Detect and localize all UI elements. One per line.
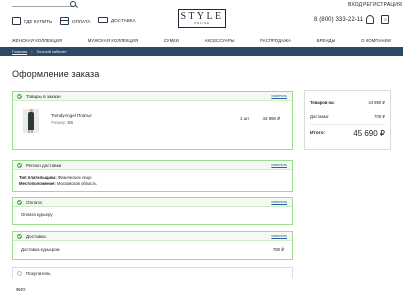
breadcrumb-current: Личный кабинет <box>36 49 67 54</box>
product-quantity: 1 шт <box>240 116 250 121</box>
payment-label: ОПЛАТА <box>72 18 91 24</box>
order-summary: Товаров на: 44 990 ₽ Доставка: 700 ₽ Ито… <box>304 90 391 150</box>
nav-brands[interactable]: БРЕНДЫ <box>317 37 336 45</box>
size-label: Размер <box>51 120 66 125</box>
nav-men[interactable]: МУЖСКАЯ КОЛЛЕКЦИЯ <box>88 37 138 45</box>
check-icon <box>17 199 22 205</box>
where-to-buy-link[interactable]: ГДЕ КУПИТЬ <box>12 17 52 25</box>
check-icon <box>17 93 22 99</box>
where-to-buy-label: ГДЕ КУПИТЬ <box>24 18 53 24</box>
nav-women[interactable]: ЖЕНСКАЯ КОЛЛЕКЦИЯ <box>12 37 62 45</box>
nav-about[interactable]: О КОМПАНИИ <box>361 37 391 45</box>
nav-sale[interactable]: РАСПРОДАЖА <box>260 37 291 45</box>
location-row: Местоположение: Московская область <box>19 181 97 186</box>
page-title: Оформление заказа <box>12 69 100 79</box>
nav-accessories[interactable]: АКСЕССУАРЫ <box>205 37 235 45</box>
payer-type-label: Тип плательщика: <box>19 175 57 180</box>
region-section-title: Регион доставки <box>26 162 62 168</box>
phone-number[interactable]: 8 (800) 333-22-11 <box>314 17 363 23</box>
summary-goods-label: Товаров на: <box>310 100 335 105</box>
summary-delivery-value: 700 ₽ <box>374 114 385 119</box>
payment-link[interactable]: ОПЛАТА <box>60 17 91 25</box>
location-value: Московская область <box>56 181 97 186</box>
region-edit-link[interactable]: изменить <box>271 163 287 167</box>
product-name[interactable]: TrendyAngel Платье <box>51 113 92 118</box>
payment-section: Оплата изменить Оплата курьеру <box>12 197 293 225</box>
register-link[interactable]: РЕГИСТРАЦИЯ <box>363 2 402 8</box>
items-section: Товары в заказе изменить TrendyAngel Пла… <box>12 91 293 150</box>
payer-type-row: Тип плательщика: Физическое лицо <box>19 175 91 180</box>
delivery-edit-link[interactable]: изменить <box>271 234 287 238</box>
main-nav: ЖЕНСКАЯ КОЛЛЕКЦИЯ МУЖСКАЯ КОЛЛЕКЦИЯ СУМК… <box>0 37 403 45</box>
summary-goods-row: Товаров на: 44 990 ₽ <box>310 100 385 105</box>
summary-total-label: Итого: <box>310 131 326 136</box>
summary-total-row: Итого: 45 690 ₽ <box>310 129 385 138</box>
truck-icon <box>98 17 108 23</box>
fio-label: ФИО <box>16 287 26 292</box>
buyer-section-header[interactable]: Покупатель <box>12 267 293 278</box>
delivery-label: ДОСТАВКА <box>111 17 136 23</box>
summary-delivery-label: Доставка: <box>310 114 330 119</box>
product-price: 44 990 ₽ <box>262 116 280 121</box>
items-section-header: Товары в заказе изменить <box>13 92 292 101</box>
delivery-method: Доставка курьером <box>21 247 60 252</box>
check-icon <box>17 162 22 168</box>
breadcrumb: Главная › Личный кабинет <box>0 47 403 56</box>
user-icon[interactable] <box>366 15 374 24</box>
payment-section-title: Оплата <box>26 199 42 205</box>
logo-subtext: ONLINE <box>194 22 210 25</box>
location-label: Местоположение: <box>19 181 56 186</box>
payment-edit-link[interactable]: изменить <box>271 200 287 204</box>
summary-delivery-row: Доставка: 700 ₽ <box>310 114 385 119</box>
delivery-section-header: Доставка изменить <box>13 232 292 241</box>
buyer-section-title: Покупатель <box>26 270 51 276</box>
search-icon[interactable] <box>70 1 76 7</box>
delivery-link[interactable]: ДОСТАВКА <box>98 17 136 23</box>
dress-figure <box>28 109 34 133</box>
brand-logo[interactable]: STYLE ONLINE <box>178 9 226 28</box>
region-section: Регион доставки изменить Тип плательщика… <box>12 160 293 192</box>
items-section-title: Товары в заказе <box>26 93 61 99</box>
summary-total-value: 45 690 ₽ <box>353 129 385 138</box>
size-value: XS <box>67 120 73 125</box>
breadcrumb-home[interactable]: Главная <box>12 49 27 54</box>
payment-method: Оплата курьеру <box>21 212 53 217</box>
region-section-header: Регион доставки изменить <box>13 161 292 170</box>
summary-divider <box>310 124 385 125</box>
cart-count: 0 <box>384 17 387 22</box>
check-icon <box>17 233 22 239</box>
nav-bags[interactable]: СУМКИ <box>164 37 179 45</box>
logo-text: STYLE <box>180 11 224 22</box>
delivery-section-title: Доставка <box>26 233 46 239</box>
product-size: Размер XS <box>51 120 73 125</box>
delivery-section: Доставка изменить Доставка курьером 780 … <box>12 231 293 260</box>
summary-goods-value: 44 990 ₽ <box>368 100 385 105</box>
pending-icon <box>17 270 22 276</box>
payer-type-value: Физическое лицо <box>57 175 92 180</box>
breadcrumb-separator: › <box>31 49 33 54</box>
product-image[interactable] <box>23 109 39 133</box>
credit-card-icon <box>60 17 69 25</box>
delivery-price: 780 ₽ <box>272 247 284 252</box>
search-input[interactable] <box>12 6 74 7</box>
payment-section-header: Оплата изменить <box>13 198 292 207</box>
thumbs-up-icon <box>12 17 21 25</box>
items-edit-link[interactable]: изменить <box>271 94 287 98</box>
login-link[interactable]: ВХОД <box>348 2 362 8</box>
cart-icon[interactable]: 0 <box>381 15 389 24</box>
